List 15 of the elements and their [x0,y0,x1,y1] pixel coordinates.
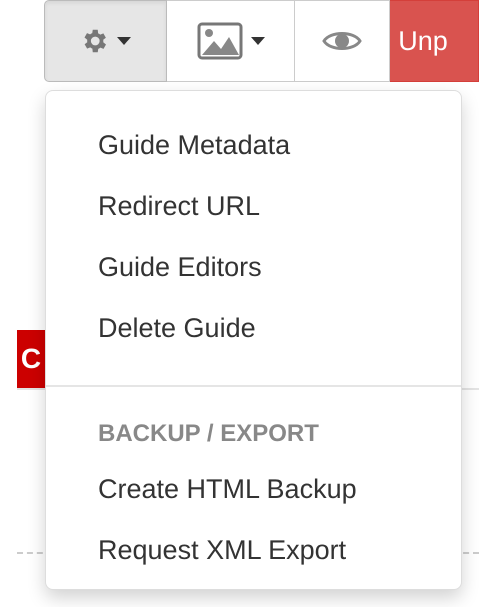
menu-section-header: BACKUP / EXPORT [97,419,320,449]
caret-icon [117,37,132,45]
preview-button[interactable] [295,0,390,82]
image-dropdown-button[interactable] [166,0,296,82]
menu-item[interactable]: Delete Guide [46,298,461,359]
caret-icon [250,37,265,45]
menu-item[interactable]: Create HTML Backup [46,459,461,520]
image-icon [196,22,243,60]
settings-dropdown-button[interactable] [44,0,167,82]
unpublish-button[interactable]: Unp [390,0,479,82]
menu-item[interactable]: Redirect URL [46,176,461,237]
menu-item[interactable]: Guide Editors [46,237,461,298]
menu-item[interactable]: Guide Metadata [46,115,461,176]
status-badge: C [17,330,45,388]
menu-item[interactable]: Request XML Export [46,520,461,581]
